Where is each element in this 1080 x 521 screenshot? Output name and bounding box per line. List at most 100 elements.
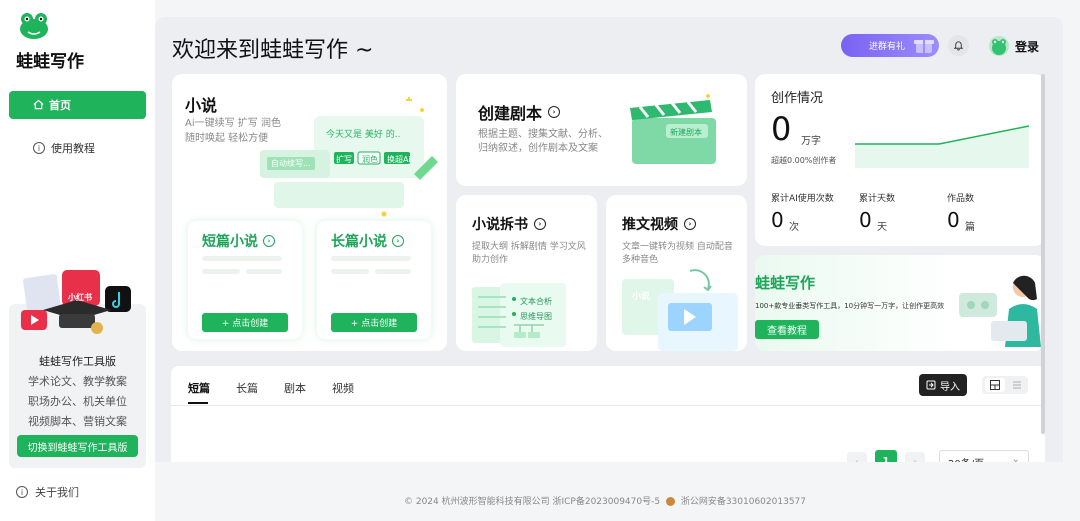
illus-tag: 自动续写... [267,157,315,170]
woman-with-laptop-illustration [959,275,1041,347]
sidebar: 蛙蛙写作 首页 i 使用教程 小红书 蛙蛙写作工具版 学术论文、教学教案 职场办… [0,0,155,521]
scrollbar-thumb[interactable] [1041,74,1045,434]
illus-chip: 换超Ai [387,155,411,164]
tab-short[interactable]: 短篇 [188,380,210,396]
promo-line: 职场办公、机关单位 [28,395,127,408]
illus-label: 思维导图 [520,312,552,321]
short-novel-label: 短篇小说 [202,234,258,250]
promo-title: 蛙蛙写作工具版 [39,355,116,368]
tab-script[interactable]: 剧本 [284,380,306,396]
illus-bubble-text: 今天又是 美好 的.. [326,130,401,140]
brand-name: 蛙蛙写作 [16,52,84,72]
novel-title: 小说 [185,96,218,115]
arrow-right-icon: › [534,218,546,230]
nav-tutorial[interactable]: i 使用教程 [33,140,95,156]
footer: © 2024 杭州波形智能科技有限公司 浙ICP备2023009470号-5 浙… [0,494,1080,507]
illus-label: 文本合析 [520,297,552,306]
import-button[interactable]: 导入 [919,374,967,396]
video-desc: 多种音色 [622,255,659,265]
arrow-right-icon: › [548,106,561,118]
illus-chip: 润色 [362,155,378,164]
notification-bell-icon[interactable] [948,35,969,56]
novel-card: 小说 Ai一键续写 扩写 润色 随时唤起 轻松方便 今天又是 美好 的.. 扩写… [172,74,447,351]
home-icon [33,99,44,110]
banner-title: 蛙蛙写作 [755,274,816,292]
import-label: 导入 [940,381,960,393]
short-novel-card[interactable]: 短篇小说 › + 点击创建 [188,221,302,339]
long-novel-label: 长篇小说 [331,234,387,250]
word-count-unit: 万字 [801,136,821,147]
video-illustration [622,269,738,351]
illus-label: 新建剧本 [670,128,702,137]
word-count: 0 [771,110,792,148]
stat-value: 0 [947,208,960,232]
script-title: 创建剧本 › [478,100,561,124]
stat-label: 累计AI使用次数 [771,194,834,204]
login-button[interactable]: 登录 [1015,38,1039,55]
promo-illustration [21,270,131,334]
split-desc: 助力创作 [472,255,509,265]
active-tab-indicator [188,402,208,404]
video-desc: 文章一键转为视频 自动配音 [622,242,733,252]
grid-view-icon[interactable] [985,378,1005,392]
info-icon: i [33,142,45,154]
placeholder-line [331,269,369,274]
tab-divider [171,405,1045,406]
police-record-link[interactable]: 浙公网安备33010602013577 [681,497,806,507]
avatar[interactable] [989,36,1009,56]
creation-stats-card: 创作情况 0 万字 超越0.00%创作者 累计AI使用次数 0 次 累计天数 0… [755,74,1045,246]
script-desc: 归纳叙述，创作剧本及文案 [478,143,598,154]
tutorial-banner: 蛙蛙写作 100+款专业垂类写作工具，10分钟写一万字，让创作更高效 查看教程 [755,255,1045,351]
list-view-icon[interactable] [1008,378,1026,392]
arrow-right-icon: › [684,218,696,230]
script-desc: 根据主题、搜集文献、分析、 [478,129,608,140]
arrow-right-icon: › [263,235,275,247]
arrow-right-icon: › [392,235,404,247]
novel-split-card[interactable]: 小说拆书 › 提取大纲 拆解剧情 学习文风 助力创作 文本合析 思维导图 [456,195,597,351]
frog-logo-icon [20,13,48,39]
split-desc: 提取大纲 拆解剧情 学习文风 [472,242,586,252]
placeholder-line [202,269,240,274]
create-short-novel-button[interactable]: + 点击创建 [202,313,288,332]
stat-value: 0 [859,208,872,232]
join-group-button[interactable]: 进群有礼 [841,34,939,57]
stats-title: 创作情况 [771,91,824,106]
police-badge-icon [665,497,675,506]
switch-to-tool-version-button[interactable]: 切换到蛙蛙写作工具版 [17,435,138,457]
gift-icon [914,40,934,53]
long-novel-card[interactable]: 长篇小说 › + 点击创建 [317,221,431,339]
nav-home-label: 首页 [49,99,71,112]
copyright-text: © 2024 杭州波形智能科技有限公司 浙ICP备2023009470号-5 [403,497,661,507]
create-script-card[interactable]: 创建剧本 › 根据主题、搜集文献、分析、 归纳叙述，创作剧本及文案 新建剧本 [456,74,747,186]
bell-icon [953,41,964,51]
split-title: 小说拆书 › [472,214,546,234]
illus-label: 小说 [632,292,651,302]
bottom-mask [155,462,1080,521]
tool-version-promo: 小红书 蛙蛙写作工具版 学术论文、教学教案 职场办公、机关单位 视频脚本、营销文… [9,270,146,468]
video-title-label: 推文视频 [622,217,678,233]
placeholder-line [246,269,282,274]
tab-long[interactable]: 长篇 [236,380,258,396]
tweet-video-card[interactable]: 推文视频 › 文章一键转为视频 自动配音 多种音色 小说 [606,195,747,351]
beat-percent: 超越0.00%创作者 [771,156,837,165]
tab-video[interactable]: 视频 [332,380,354,396]
promo-line: 学术论文、教学教案 [28,375,127,388]
frog-avatar-icon [992,39,1006,55]
video-title: 推文视频 › [622,214,696,234]
banner-desc: 100+款专业垂类写作工具，10分钟写一万字，让创作更高效 [755,302,945,310]
view-toggle [982,376,1028,394]
long-novel-title: 长篇小说 › [331,231,404,251]
script-title-label: 创建剧本 [478,104,543,123]
placeholder-line [375,269,411,274]
stat-unit: 篇 [965,222,975,233]
create-long-novel-button[interactable]: + 点击创建 [331,313,417,332]
stat-unit: 天 [877,222,887,233]
split-title-label: 小说拆书 [472,217,528,233]
join-group-label: 进群有礼 [869,42,906,52]
import-icon [926,380,936,390]
nav-home[interactable]: 首页 [9,91,146,119]
page-title: 欢迎来到蛙蛙写作 ~ [172,38,374,63]
stat-label: 累计天数 [859,194,896,204]
xiaohongshu-badge: 小红书 [68,293,92,302]
view-tutorial-button[interactable]: 查看教程 [755,320,819,339]
